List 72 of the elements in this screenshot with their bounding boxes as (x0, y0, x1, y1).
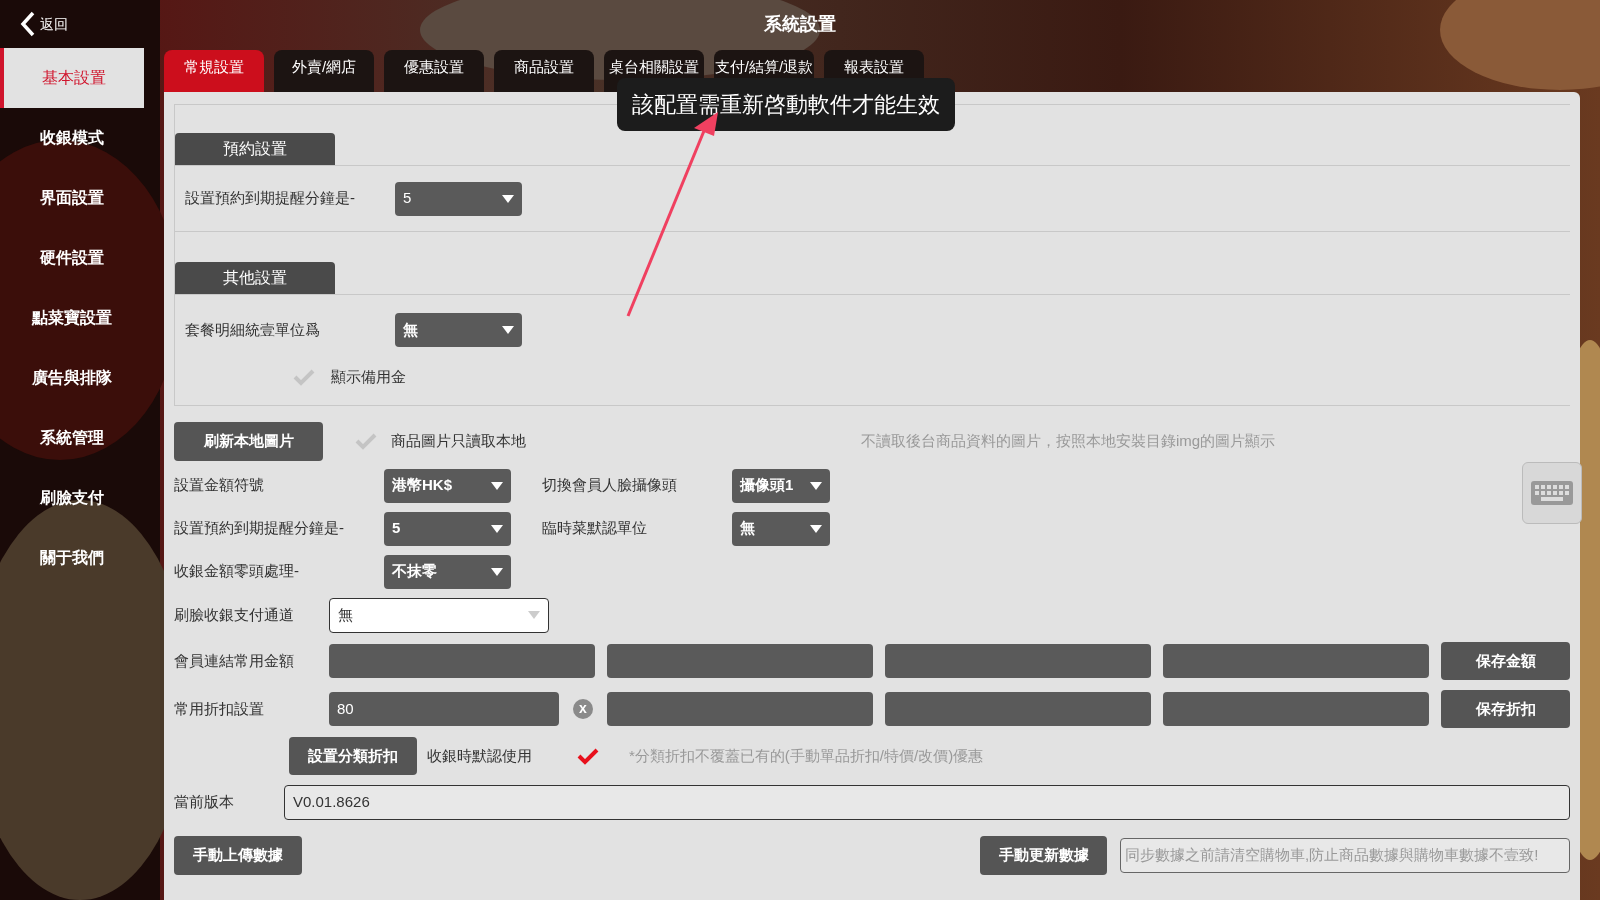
field-label: 設置預約到期提醒分鐘是- (174, 518, 345, 539)
button[interactable]: 刷新本地圖片 (174, 421, 323, 461)
hint-text: 不讀取後台商品資料的圖片，按照本地安裝目錄img的圖片顯示 (861, 430, 1276, 451)
back-icon (20, 11, 36, 37)
tab[interactable]: 商品設置 (494, 50, 594, 92)
caret-icon (810, 524, 822, 533)
sidebar-item[interactable]: 硬件設置 (0, 228, 144, 288)
input-field[interactable] (1163, 644, 1429, 678)
checkbox-label: 商品圖片只讀取本地 (391, 430, 527, 451)
field-label: 套餐明細統壹單位爲 (185, 319, 321, 340)
checkbox-label: 顯示備用金 (331, 366, 406, 387)
keyboard-button[interactable] (1522, 462, 1582, 524)
back-button[interactable]: 返回 (0, 11, 68, 37)
checkmark-icon[interactable] (355, 432, 377, 450)
caret-icon (502, 194, 514, 203)
dropdown[interactable]: 不抹零 (384, 554, 511, 589)
caret-icon (491, 524, 503, 533)
checkmark-icon[interactable] (577, 747, 599, 765)
tab[interactable]: 常規設置 (164, 50, 264, 92)
input-field[interactable] (885, 692, 1151, 726)
sidebar-item[interactable]: 刷臉支付 (0, 468, 144, 528)
caret-icon (502, 326, 514, 334)
input-field[interactable] (607, 644, 873, 678)
dropdown[interactable]: 無 (329, 597, 549, 633)
button[interactable]: 手動上傳數據 (174, 835, 302, 875)
caret-icon (810, 481, 822, 490)
keyboard-icon (1531, 481, 1573, 505)
input-field[interactable] (885, 644, 1151, 678)
button[interactable]: 設置分類折扣 (289, 737, 417, 775)
field-label: 當前版本 (174, 791, 235, 812)
dropdown[interactable]: 攝像頭1 (732, 468, 830, 503)
tooltip: 該配置需重新啓動軟件才能生效 (617, 78, 955, 131)
input-field[interactable]: 80 (329, 692, 559, 726)
field-label: 會員連結常用金額 (174, 650, 295, 671)
checkmark-icon[interactable] (293, 368, 315, 386)
dropdown[interactable]: 港幣HK$ (384, 468, 511, 503)
page-title: 系統設置 (763, 13, 837, 36)
caret-icon (491, 481, 503, 490)
button[interactable]: 保存折扣 (1441, 690, 1570, 728)
dropdown[interactable]: 5 (395, 181, 522, 216)
input-field[interactable] (1163, 692, 1429, 726)
dropdown[interactable]: 無 (732, 511, 830, 546)
version-field[interactable]: V0.01.8626 (284, 784, 1570, 820)
sidebar-item[interactable]: 系統管理 (0, 408, 144, 468)
field-label: 臨時菜默認單位 (542, 518, 648, 539)
field-label: 刷臉收銀支付通道 (174, 604, 295, 625)
input-field[interactable] (607, 692, 873, 726)
field-label: 常用折扣設置 (174, 698, 265, 719)
sidebar-item[interactable]: 廣告與排隊 (0, 348, 144, 408)
button[interactable]: 保存金額 (1441, 642, 1570, 680)
sidebar-item[interactable]: 點菜寶設置 (0, 288, 144, 348)
section-header: 其他設置 (175, 262, 335, 294)
field-label: 收銀金額零頭處理- (174, 561, 300, 582)
tab[interactable]: 外賣/網店 (274, 50, 374, 92)
dropdown[interactable]: 無 (395, 313, 522, 347)
field-label: 切換會員人臉攝像頭 (542, 475, 678, 496)
dropdown[interactable]: 5 (384, 511, 511, 546)
input-field[interactable] (329, 644, 595, 678)
button[interactable]: 手動更新數據 (980, 835, 1107, 875)
sidebar-item[interactable]: 界面設置 (0, 168, 144, 228)
sidebar-item[interactable]: 關于我們 (0, 528, 144, 588)
caret-icon (528, 611, 540, 619)
sidebar-item[interactable]: 基本設置 (0, 48, 144, 108)
sidebar-item[interactable]: 收銀模式 (0, 108, 144, 168)
field-label: 設置金額符號 (174, 475, 265, 496)
checkbox-label: 收銀時默認使用 (427, 745, 533, 766)
field-label: 設置預約到期提醒分鐘是- (185, 188, 356, 209)
section-header: 預約設置 (175, 133, 335, 165)
note-text: *分類折扣不覆蓋已有的(手動單品折扣/特價/改價)優惠 (629, 745, 984, 766)
caret-icon (491, 567, 503, 576)
tab[interactable]: 優惠設置 (384, 50, 484, 92)
notice-field: 同步數據之前請清空購物車,防止商品數據與購物車數據不壹致! (1120, 837, 1570, 873)
